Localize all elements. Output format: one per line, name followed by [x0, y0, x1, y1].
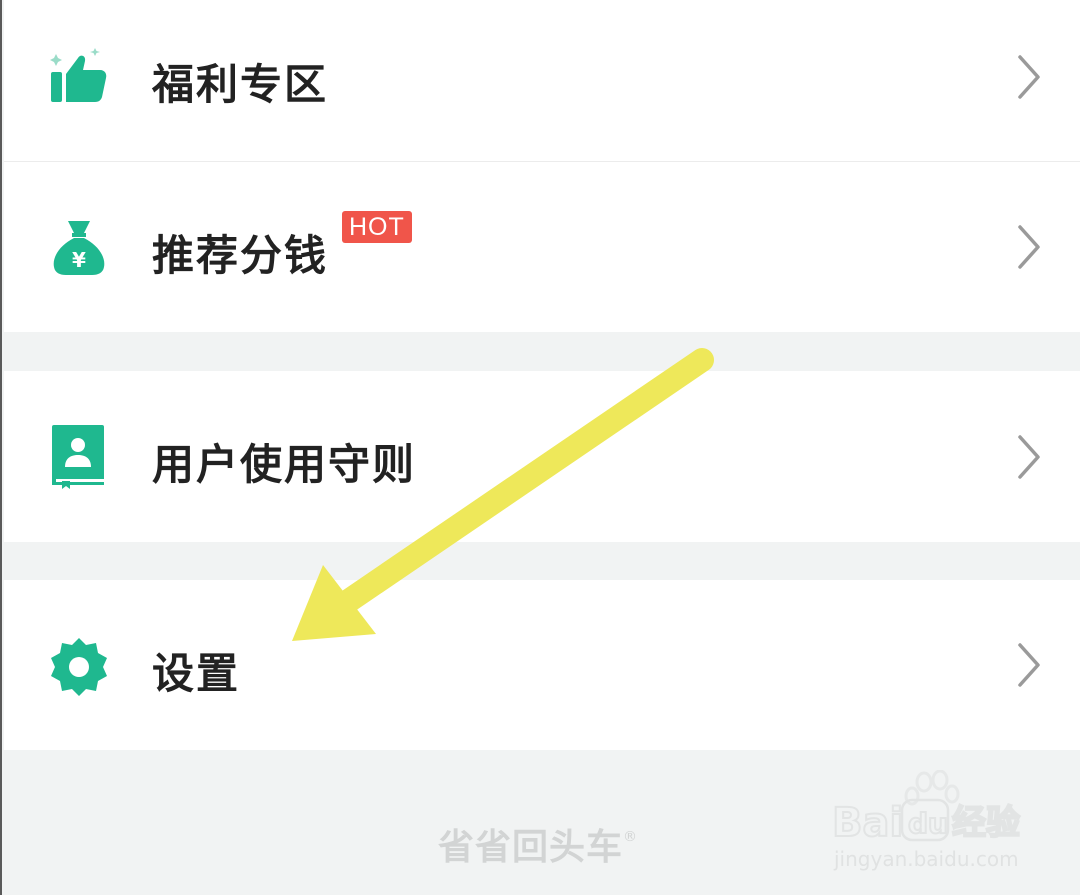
thumbs-up-icon	[48, 46, 110, 108]
baidu-jingyan-watermark: Bai du 经验 jingyan.baidu.com	[828, 770, 1058, 880]
menu-page: 福利专区 ¥ 推荐分钱 HOT 用户使用守则 设置 省省回头车® Bai du …	[0, 0, 1080, 895]
menu-item-user-guide[interactable]: 用户使用守则	[4, 371, 1080, 542]
svg-text:jingyan.baidu.com: jingyan.baidu.com	[833, 847, 1019, 871]
svg-text:du: du	[908, 807, 948, 840]
menu-item-label: 福利专区	[152, 60, 329, 109]
menu-item-welfare[interactable]: 福利专区	[4, 0, 1080, 161]
chevron-right-icon	[1016, 53, 1044, 101]
money-bag-icon: ¥	[48, 217, 110, 279]
menu-item-label: 推荐分钱	[152, 231, 329, 280]
menu-item-referral[interactable]: ¥ 推荐分钱 HOT	[4, 162, 1080, 332]
chevron-right-icon	[1016, 433, 1044, 481]
hot-badge: HOT	[342, 211, 412, 243]
chevron-right-icon	[1016, 641, 1044, 689]
menu-item-settings[interactable]: 设置	[4, 580, 1080, 750]
menu-item-label: 用户使用守则	[152, 440, 417, 489]
svg-text:经验: 经验	[952, 803, 1020, 843]
footer-brand: 省省回头车®	[438, 818, 638, 870]
svg-text:Bai: Bai	[832, 800, 903, 846]
registered-mark: ®	[623, 829, 639, 845]
gear-icon	[48, 636, 110, 698]
footer-brand-text: 省省回头车	[438, 827, 624, 868]
menu-item-label: 设置	[152, 649, 241, 698]
user-guide-book-icon	[48, 423, 110, 489]
svg-text:¥: ¥	[72, 248, 86, 272]
chevron-right-icon	[1016, 223, 1044, 271]
